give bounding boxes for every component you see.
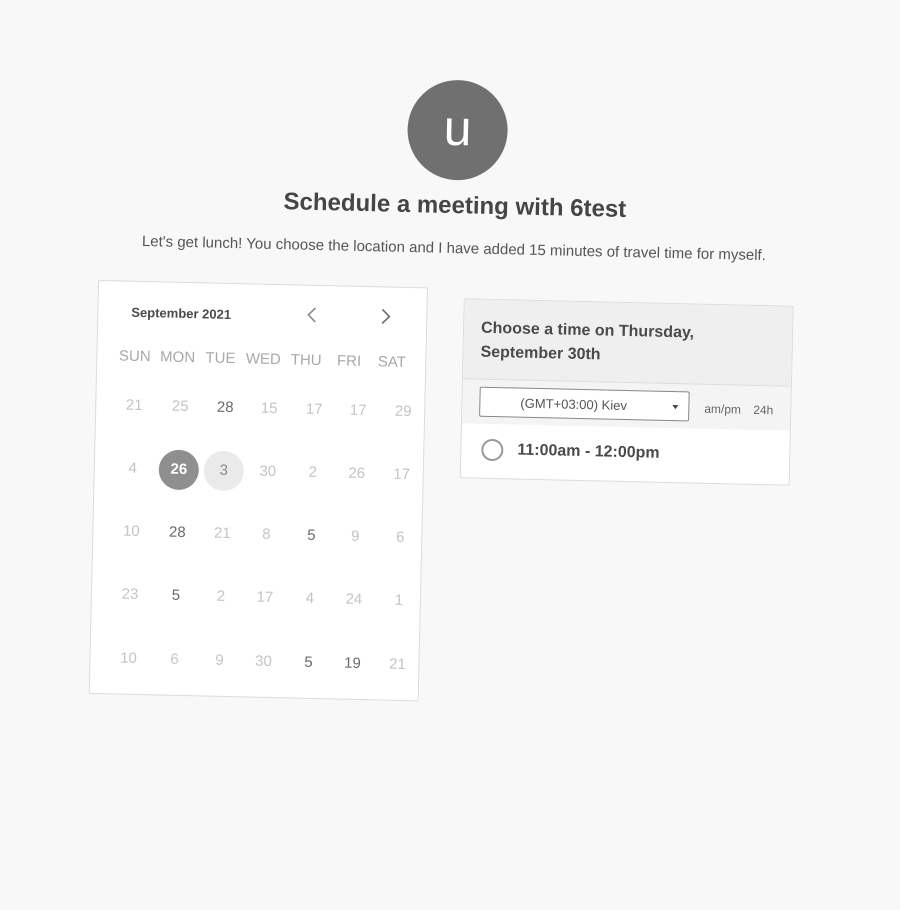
radio-button[interactable] xyxy=(481,438,504,462)
calendar-day[interactable]: 2 xyxy=(292,452,333,493)
calendar-day[interactable]: 23 xyxy=(110,574,151,615)
calendar-day[interactable]: 30 xyxy=(247,451,288,492)
weekday-label: SUN xyxy=(118,347,151,366)
calendar-day[interactable]: 1 xyxy=(378,580,419,621)
calendar-day[interactable]: 28 xyxy=(157,512,198,553)
weekday-header-row: SUN MON TUE WED THU FRI SAT xyxy=(113,347,413,371)
weekday-label: TUE xyxy=(205,349,236,368)
calendar-day[interactable]: 15 xyxy=(249,388,290,429)
calendar-day[interactable]: 21 xyxy=(114,385,155,426)
calendar-day[interactable]: 10 xyxy=(111,511,152,552)
meeting-description: Let's get lunch! You choose the location… xyxy=(141,232,767,265)
calendar-day[interactable]: 5 xyxy=(155,575,196,616)
calendar-day[interactable]: 9 xyxy=(199,640,240,681)
calendar-day[interactable]: 17 xyxy=(244,577,285,618)
calendar-day[interactable]: 3 xyxy=(203,450,245,492)
weekday-label: WED xyxy=(245,350,282,369)
calendar-day[interactable]: 26 xyxy=(158,449,200,491)
calendar-day[interactable]: 19 xyxy=(332,643,373,684)
chevron-left-icon xyxy=(307,307,317,323)
next-month-button[interactable] xyxy=(370,301,401,332)
calendar-day[interactable]: 26 xyxy=(336,453,377,494)
calendar-day[interactable]: 25 xyxy=(160,386,201,427)
weekday-label: FRI xyxy=(336,352,362,370)
time-panel-title: Choose a time on Thursday, September 30t… xyxy=(480,319,695,364)
24h-format-toggle[interactable]: 24h xyxy=(753,403,773,417)
calendar-day[interactable]: 17 xyxy=(338,390,379,431)
calendar-day[interactable]: 2 xyxy=(200,576,241,617)
page-title: Schedule a meeting with 6test xyxy=(283,188,627,223)
time-slot-label: 11:00am - 12:00pm xyxy=(517,441,660,462)
timezone-select[interactable]: (GMT+03:00) Kiev xyxy=(479,386,690,422)
calendar-month-label: September 2021 xyxy=(131,304,232,323)
calendar-day[interactable]: 28 xyxy=(205,387,246,428)
calendar-day[interactable]: 21 xyxy=(202,513,243,554)
calendar-day[interactable]: 6 xyxy=(380,517,421,558)
calendar-day[interactable]: 24 xyxy=(333,579,374,620)
caret-down-icon xyxy=(672,405,679,410)
time-slot-option[interactable]: 11:00am - 12:00pm xyxy=(461,427,790,482)
ampm-format-toggle[interactable]: am/pm xyxy=(704,402,741,417)
calendar-day[interactable]: 17 xyxy=(294,389,335,430)
calendar-day[interactable]: 5 xyxy=(288,642,329,683)
calendar-day[interactable]: 6 xyxy=(154,639,195,680)
calendar-day[interactable]: 29 xyxy=(383,391,424,432)
calendar-day[interactable]: 5 xyxy=(291,515,332,556)
weekday-label: SAT xyxy=(377,353,407,371)
calendar-day[interactable]: 30 xyxy=(243,641,284,682)
scheduler-page: u Schedule a meeting with 6test Let's ge… xyxy=(0,0,900,910)
calendar-day[interactable]: 8 xyxy=(246,514,287,555)
time-panel-toolbar: (GMT+03:00) Kiev am/pm 24h xyxy=(461,379,791,431)
calendar-day[interactable]: 4 xyxy=(289,578,330,619)
timezone-value: (GMT+03:00) Kiev xyxy=(520,395,628,414)
weekday-label: MON xyxy=(159,348,196,367)
calendar-day[interactable]: 9 xyxy=(335,516,376,557)
weekday-label: THU xyxy=(290,351,322,370)
time-panel-header: Choose a time on Thursday, September 30t… xyxy=(462,299,793,387)
avatar-letter: u xyxy=(443,99,473,157)
host-avatar: u xyxy=(406,78,509,182)
chevron-right-icon xyxy=(381,308,391,325)
calendar-day[interactable]: 17 xyxy=(381,454,422,495)
calendar-day[interactable]: 4 xyxy=(112,448,153,489)
time-slot-panel: Choose a time on Thursday, September 30t… xyxy=(459,298,794,486)
date-picker-calendar: September 2021 SUN MON TUE WED THU FRI S… xyxy=(88,279,429,702)
previous-month-button[interactable] xyxy=(297,300,328,331)
calendar-day-grid: 21 25 28 15 17 17 29 4 26 3 30 2 26 17 10 28 21 8 5 9 6 23 5 2 1… xyxy=(99,281,427,673)
calendar-day[interactable]: 21 xyxy=(377,644,418,685)
calendar-day[interactable]: 10 xyxy=(108,638,149,679)
